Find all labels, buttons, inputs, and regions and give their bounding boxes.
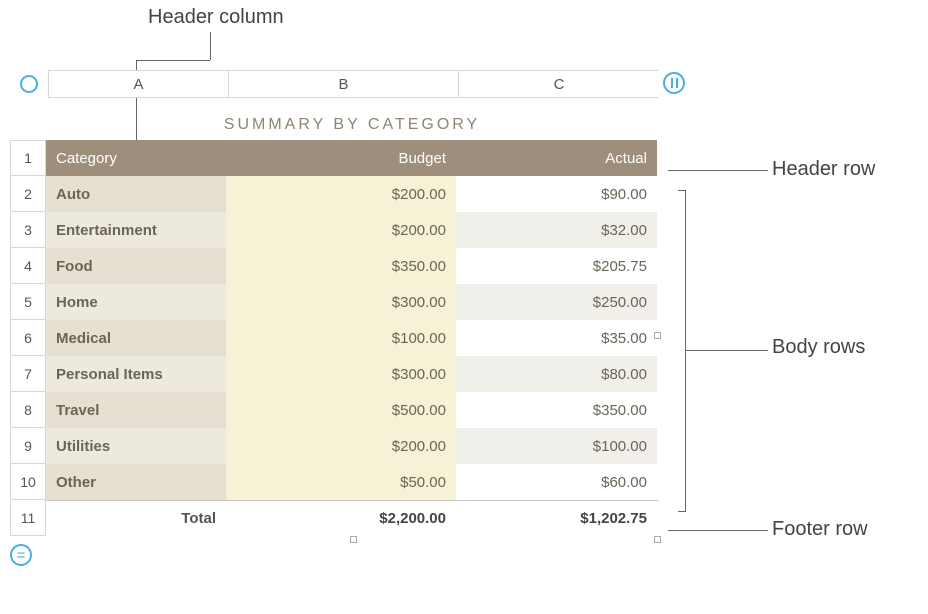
annotation-body-rows: Body rows: [772, 336, 865, 359]
cell-category[interactable]: Food: [46, 248, 226, 284]
row-number[interactable]: 2: [10, 176, 46, 212]
row-number[interactable]: 9: [10, 428, 46, 464]
resize-handle[interactable]: [654, 332, 661, 339]
annotation-header-column: Header column: [148, 6, 284, 29]
annotation-line: [668, 170, 768, 171]
table-row: Auto $200.00 $90.00: [46, 176, 658, 212]
cell-category[interactable]: Home: [46, 284, 226, 320]
annotation-line: [668, 530, 768, 531]
cell-category[interactable]: Entertainment: [46, 212, 226, 248]
row-number[interactable]: 3: [10, 212, 46, 248]
column-header-B[interactable]: B: [228, 70, 458, 98]
annotation-bracket-body: [678, 190, 686, 512]
row-numbers: 1 2 3 4 5 6 7 8 9 10 11: [10, 98, 46, 536]
cell-category[interactable]: Utilities: [46, 428, 226, 464]
cell-category[interactable]: Auto: [46, 176, 226, 212]
table-row: Home $300.00 $250.00: [46, 284, 658, 320]
header-cell-budget[interactable]: Budget: [226, 140, 456, 176]
select-all-circle[interactable]: [10, 70, 48, 98]
table: SUMMARY BY CATEGORY Category Budget Actu…: [46, 98, 658, 536]
cell-actual[interactable]: $350.00: [456, 392, 657, 428]
table-row: Other $50.00 $60.00: [46, 464, 658, 500]
cell-budget[interactable]: $200.00: [226, 428, 456, 464]
cell-category[interactable]: Travel: [46, 392, 226, 428]
row-number[interactable]: 8: [10, 392, 46, 428]
column-letters-bar: A B C: [10, 70, 670, 98]
cell-budget[interactable]: $300.00: [226, 356, 456, 392]
add-column-icon[interactable]: [663, 72, 685, 94]
column-header-C[interactable]: C: [458, 70, 659, 98]
annotation-footer-row: Footer row: [772, 518, 868, 541]
cell-category[interactable]: Personal Items: [46, 356, 226, 392]
table-row: Entertainment $200.00 $32.00: [46, 212, 658, 248]
cell-actual[interactable]: $32.00: [456, 212, 657, 248]
cell-actual[interactable]: $100.00: [456, 428, 657, 464]
cell-actual[interactable]: $60.00: [456, 464, 657, 500]
header-cell-category[interactable]: Category: [46, 140, 226, 176]
cell-actual[interactable]: $205.75: [456, 248, 657, 284]
cell-budget[interactable]: $50.00: [226, 464, 456, 500]
cell-actual[interactable]: $90.00: [456, 176, 657, 212]
resize-handle[interactable]: [350, 536, 357, 543]
table-row: Personal Items $300.00 $80.00: [46, 356, 658, 392]
table-row: Travel $500.00 $350.00: [46, 392, 658, 428]
annotation-line: [136, 60, 210, 61]
cell-actual[interactable]: $250.00: [456, 284, 657, 320]
annotation-line: [686, 350, 768, 351]
cell-budget[interactable]: $300.00: [226, 284, 456, 320]
footer-cell-actual[interactable]: $1,202.75: [456, 501, 657, 536]
table-footer-row: Total $2,200.00 $1,202.75: [46, 500, 658, 536]
annotation-line: [210, 32, 211, 60]
table-header-row: Category Budget Actual: [46, 140, 658, 176]
table-row: Food $350.00 $205.75: [46, 248, 658, 284]
row-number[interactable]: 7: [10, 356, 46, 392]
table-row: Utilities $200.00 $100.00: [46, 428, 658, 464]
cell-actual[interactable]: $80.00: [456, 356, 657, 392]
resize-handle[interactable]: [654, 536, 661, 543]
cell-budget[interactable]: $200.00: [226, 212, 456, 248]
table-row: Medical $100.00 $35.00: [46, 320, 658, 356]
column-header-A[interactable]: A: [48, 70, 228, 98]
row-number[interactable]: 11: [10, 500, 46, 536]
footer-cell-label[interactable]: Total: [46, 501, 226, 536]
header-cell-actual[interactable]: Actual: [456, 140, 657, 176]
cell-actual[interactable]: $35.00: [456, 320, 657, 356]
row-number[interactable]: 4: [10, 248, 46, 284]
row-number[interactable]: 6: [10, 320, 46, 356]
row-number[interactable]: 1: [10, 140, 46, 176]
add-row-icon[interactable]: =: [10, 544, 32, 566]
cell-category[interactable]: Medical: [46, 320, 226, 356]
cell-budget[interactable]: $350.00: [226, 248, 456, 284]
row-number[interactable]: 10: [10, 464, 46, 500]
cell-budget[interactable]: $200.00: [226, 176, 456, 212]
cell-budget[interactable]: $100.00: [226, 320, 456, 356]
footer-cell-budget[interactable]: $2,200.00: [226, 501, 456, 536]
cell-category[interactable]: Other: [46, 464, 226, 500]
table-title: SUMMARY BY CATEGORY: [46, 98, 658, 140]
row-number[interactable]: 5: [10, 284, 46, 320]
cell-budget[interactable]: $500.00: [226, 392, 456, 428]
annotation-header-row: Header row: [772, 158, 875, 181]
spreadsheet: A B C 1 2 3 4 5 6 7 8 9 10 11 SUMMARY: [10, 70, 670, 536]
